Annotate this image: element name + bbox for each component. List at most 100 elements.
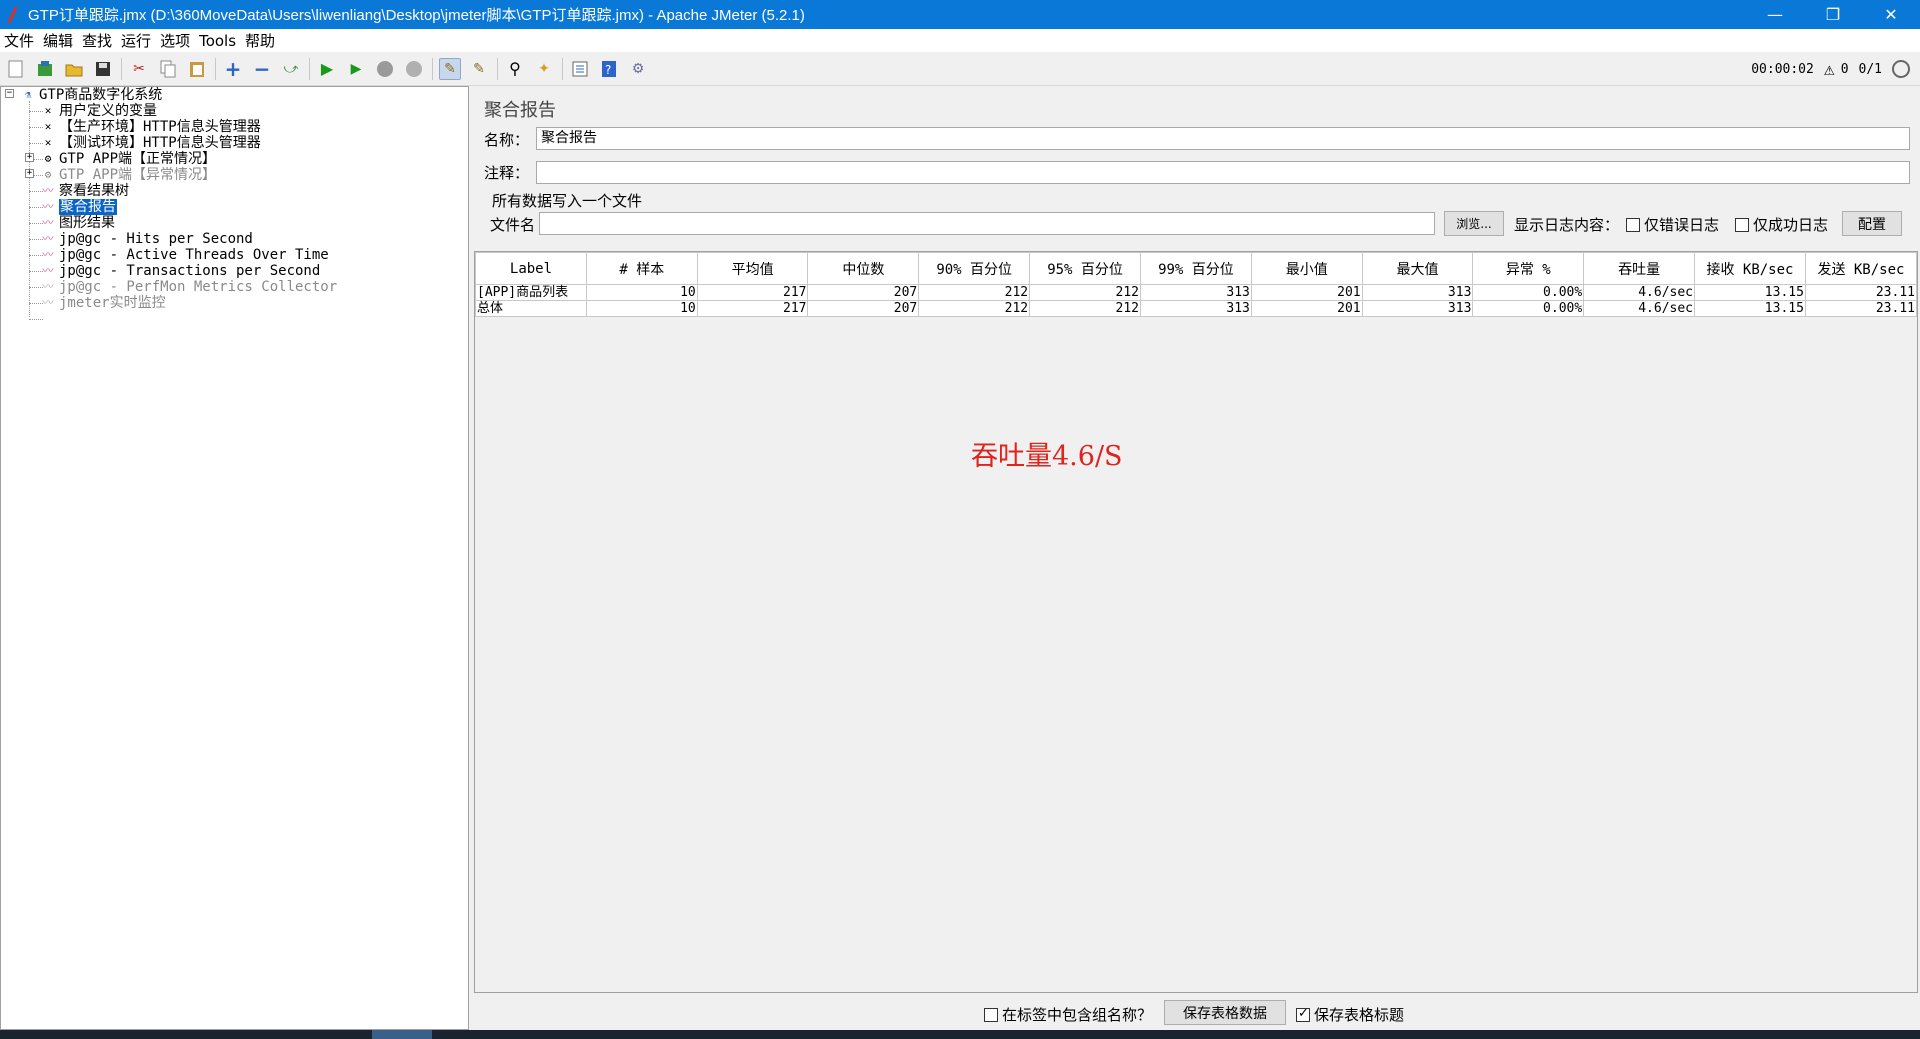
- panel-title: 聚合报告: [484, 100, 556, 121]
- menu-help[interactable]: 帮助: [245, 30, 275, 51]
- table-row[interactable]: [APP]商品列表 10 217 207 212 212 313 201 313…: [475, 284, 1918, 301]
- expand-normal-group-toggle[interactable]: +: [25, 153, 34, 162]
- restore-button[interactable]: ❐: [1804, 0, 1862, 29]
- menu-file[interactable]: 文件: [4, 30, 34, 51]
- col-header-label[interactable]: Label: [475, 252, 587, 285]
- expand-all-icon[interactable]: +: [222, 57, 244, 81]
- col-header-average[interactable]: 平均值: [696, 252, 809, 285]
- stop-icon[interactable]: [374, 58, 396, 80]
- menu-edit[interactable]: 编辑: [43, 30, 73, 51]
- taskbar-active-app[interactable]: [372, 1030, 432, 1039]
- col-header-received[interactable]: 接收 KB/sec: [1694, 252, 1806, 285]
- tree-item-active-threads[interactable]: 〰 jp@gc - Active Threads Over Time: [41, 247, 329, 263]
- cell-throughput: 4.6/sec: [1583, 300, 1696, 317]
- col-header-p99[interactable]: 99% 百分位: [1140, 252, 1252, 285]
- title-bar: GTP订单跟踪.jmx (D:\360MoveData\Users\liwenl…: [0, 0, 1920, 29]
- col-header-min[interactable]: 最小值: [1250, 252, 1363, 285]
- help-icon[interactable]: ?: [598, 58, 620, 80]
- table-row[interactable]: 总体 10 217 207 212 212 313 201 313 0.00% …: [475, 300, 1918, 317]
- close-button[interactable]: ✕: [1862, 0, 1920, 29]
- cell-p90: 212: [918, 284, 1031, 301]
- menu-search[interactable]: 查找: [82, 30, 112, 51]
- open-icon[interactable]: [63, 58, 85, 80]
- configure-button[interactable]: 配置: [1842, 211, 1902, 236]
- col-header-sent[interactable]: 发送 KB/sec: [1804, 252, 1918, 285]
- warning-icon[interactable]: ⚠: [1824, 59, 1835, 80]
- cell-sent: 23.11: [1804, 284, 1918, 301]
- tree-item-transactions-per-second[interactable]: 〰 jp@gc - Transactions per Second: [41, 263, 321, 279]
- save-table-header-option[interactable]: 保存表格标题: [1296, 1004, 1404, 1025]
- col-header-throughput[interactable]: 吞吐量: [1583, 252, 1696, 285]
- new-icon[interactable]: [5, 58, 27, 80]
- cut-icon[interactable]: ✂: [128, 58, 150, 80]
- tree-item-view-results-tree[interactable]: 〰 察看结果树: [41, 183, 130, 199]
- collapse-root-toggle[interactable]: −: [5, 89, 14, 98]
- tree-item-label: 察看结果树: [59, 183, 129, 199]
- cell-average: 217: [696, 300, 809, 317]
- include-group-name-option[interactable]: 在标签中包含组名称？: [984, 1004, 1152, 1025]
- save-table-data-button[interactable]: 保存表格数据: [1164, 1000, 1286, 1025]
- start-icon[interactable]: ▶: [316, 58, 338, 80]
- col-header-median[interactable]: 中位数: [807, 252, 920, 285]
- col-header-max[interactable]: 最大值: [1361, 252, 1474, 285]
- success-only-checkbox[interactable]: [1735, 217, 1749, 232]
- elapsed-timer: 00:00:02: [1751, 61, 1814, 77]
- templates-icon[interactable]: [34, 58, 56, 80]
- save-table-header-checkbox[interactable]: [1296, 1006, 1310, 1022]
- tree-item-perfmon-collector[interactable]: 〰 jp@gc - PerfMon Metrics Collector: [41, 279, 338, 295]
- copy-icon[interactable]: [157, 58, 179, 80]
- start-no-pause-icon[interactable]: ▶: [345, 58, 367, 80]
- thread-count: 0/1: [1858, 61, 1882, 77]
- menu-run[interactable]: 运行: [121, 30, 151, 51]
- tree-item-user-variables[interactable]: ✕ 用户定义的变量: [41, 103, 157, 119]
- tree-item-thread-group-normal[interactable]: ⚙ GTP APP端【正常情况】: [41, 151, 216, 167]
- tree-item-label: jp@gc - Transactions per Second: [59, 263, 321, 279]
- name-label: 名称：: [484, 131, 530, 149]
- search-icon[interactable]: ⚲: [504, 58, 526, 80]
- col-header-samples[interactable]: # 样本: [585, 252, 698, 285]
- col-header-error-pct[interactable]: 异常 %: [1472, 252, 1585, 285]
- reset-search-icon[interactable]: ✦: [533, 58, 555, 80]
- expand-abnormal-group-toggle[interactable]: +: [25, 169, 34, 178]
- tree-item-graph-results[interactable]: 〰 图形结果: [41, 215, 116, 231]
- collapse-all-icon[interactable]: −: [251, 57, 273, 81]
- tree-item-aggregate-report[interactable]: 〰 聚合报告: [41, 199, 117, 215]
- cell-received: 13.15: [1694, 300, 1806, 317]
- toolbar: ✂ + − ⤻ ▶ ▶ ✎ ✎ ⚲ ✦ ? ⚙ 00:00:02 ⚠ 0 0/1: [0, 52, 1920, 86]
- minimize-button[interactable]: —: [1746, 0, 1804, 29]
- filename-field[interactable]: [539, 212, 1435, 235]
- errors-only-option[interactable]: 仅错误日志: [1626, 214, 1719, 235]
- success-only-option[interactable]: 仅成功日志: [1735, 214, 1828, 235]
- include-group-name-label: 在标签中包含组名称？: [1002, 1006, 1153, 1024]
- clear-all-icon[interactable]: ✎: [468, 58, 490, 80]
- errors-only-checkbox[interactable]: [1626, 217, 1640, 232]
- chart-icon: 〰: [42, 296, 54, 309]
- tree-item-hits-per-second[interactable]: 〰 jp@gc - Hits per Second: [41, 231, 253, 247]
- menu-tools[interactable]: Tools: [199, 32, 236, 50]
- tree-item-thread-group-abnormal[interactable]: ⚙ GTP APP端【异常情况】: [41, 167, 216, 183]
- tree-item-test-header-manager[interactable]: ✕ 【测试环境】HTTP信息头管理器: [41, 135, 261, 151]
- col-header-p95[interactable]: 95% 百分位: [1029, 252, 1141, 285]
- throughput-annotation: 吞吐量4.6/S: [971, 441, 1123, 472]
- menu-options[interactable]: 选项: [160, 30, 190, 51]
- shutdown-icon[interactable]: [403, 58, 425, 80]
- paste-icon[interactable]: [186, 58, 208, 80]
- tree-item-prod-header-manager[interactable]: ✕ 【生产环境】HTTP信息头管理器: [41, 119, 261, 135]
- chart-icon: 〰: [42, 232, 54, 245]
- include-group-name-checkbox[interactable]: [984, 1007, 998, 1022]
- save-icon[interactable]: [92, 58, 114, 80]
- remote-icon[interactable]: ⚙: [627, 58, 649, 80]
- function-helper-icon[interactable]: [569, 58, 591, 80]
- tree-root-test-plan[interactable]: ⚗ GTP商品数字化系统: [21, 87, 163, 103]
- cell-sent: 23.11: [1804, 300, 1918, 317]
- col-header-p90[interactable]: 90% 百分位: [918, 252, 1031, 285]
- toggle-icon[interactable]: ⤻: [280, 58, 302, 80]
- cell-median: 207: [807, 284, 920, 301]
- browse-button[interactable]: 浏览...: [1444, 211, 1504, 236]
- clear-icon[interactable]: ✎: [439, 57, 461, 80]
- comment-field[interactable]: [536, 161, 1910, 184]
- name-field[interactable]: 聚合报告: [536, 127, 1910, 150]
- bottom-bar: 在标签中包含组名称？ 保存表格数据 保存表格标题: [472, 994, 1920, 1030]
- tree-item-realtime-monitor[interactable]: 〰 jmeter实时监控: [41, 295, 166, 311]
- log-viewer-icon[interactable]: [1892, 60, 1910, 78]
